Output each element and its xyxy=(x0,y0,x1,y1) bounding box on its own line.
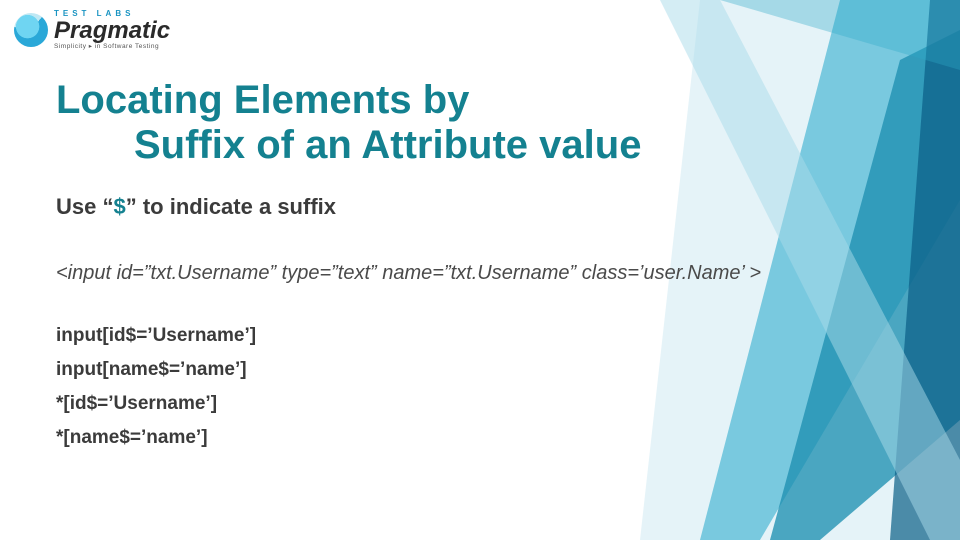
example-html-snippet: <input id=”txt.Username” type=”text” nam… xyxy=(56,262,900,285)
brand-logo: TEST LABS Pragmatic Simplicity ▸ in Soft… xyxy=(14,10,170,51)
slide-subtitle: Use “$” to indicate a suffix xyxy=(56,194,900,220)
selector-list: input[id$=’Username’] input[name$=’name’… xyxy=(56,325,900,449)
selector-item: *[id$=’Username’] xyxy=(56,393,900,415)
slide-title: Locating Elements by Suffix of an Attrib… xyxy=(56,78,900,168)
logo-wordmark: Pragmatic xyxy=(54,19,170,43)
dollar-symbol: $ xyxy=(113,194,125,219)
logo-mark-icon xyxy=(14,13,48,47)
title-line-1: Locating Elements by xyxy=(56,78,900,123)
selector-item: input[name$=’name’] xyxy=(56,359,900,381)
logo-tagline: Simplicity ▸ in Software Testing xyxy=(54,44,170,51)
subtitle-pre: Use “ xyxy=(56,194,113,219)
selector-item: input[id$=’Username’] xyxy=(56,325,900,347)
selector-item: *[name$=’name’] xyxy=(56,427,900,449)
subtitle-post: ” to indicate a suffix xyxy=(126,194,336,219)
title-line-2: Suffix of an Attribute value xyxy=(56,123,900,168)
slide-content: Locating Elements by Suffix of an Attrib… xyxy=(0,0,960,540)
